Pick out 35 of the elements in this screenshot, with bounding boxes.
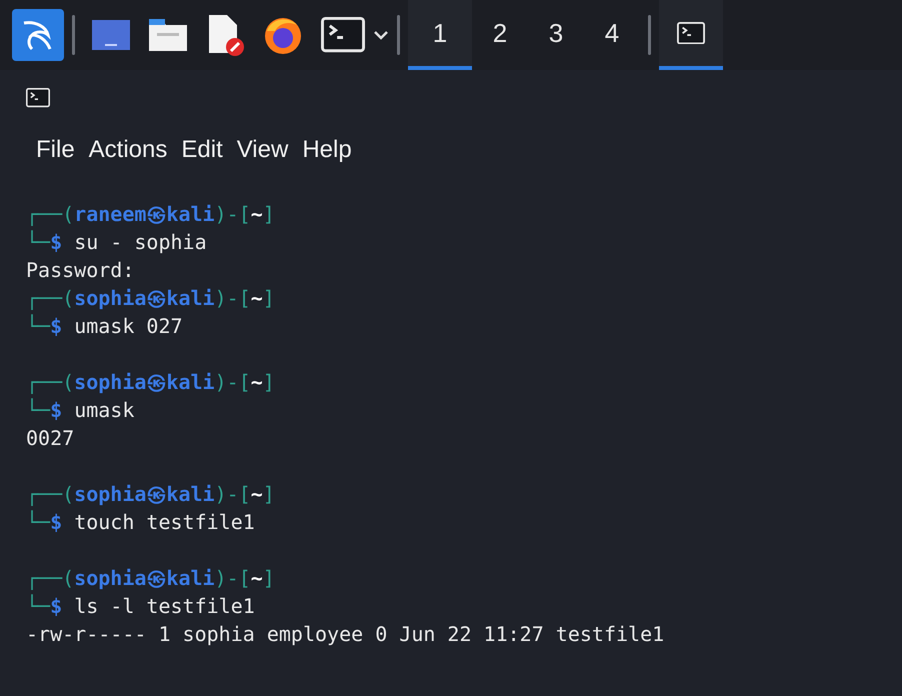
menu-item[interactable]: View [236,132,288,168]
command-text: touch testfile1 [74,509,255,536]
menu-item[interactable]: Help [302,132,352,168]
output-text: Password: [26,257,136,284]
command-text: umask 027 [74,313,183,340]
workspace-tab[interactable]: 4 [584,0,640,70]
prompt-marker: └─$ [26,397,62,424]
menu-item[interactable]: File [36,132,75,168]
menu-item[interactable]: Actions [88,132,168,168]
terminal-task-button[interactable] [659,0,723,70]
prompt-marker: └─$ [26,509,62,536]
prompt-line: ┌──(sophia㉿kali)-[~] [26,565,276,592]
terminal-icon [677,22,705,44]
menu-item[interactable]: Edit [181,132,223,168]
command-text: ls -l testfile1 [74,593,255,620]
folder-icon[interactable] [147,17,189,53]
dragon-logo-icon[interactable] [12,9,64,61]
prompt-line: ┌──(raneem㉿kali)-[~] [26,201,276,228]
workspace-tab[interactable]: 2 [472,0,528,70]
prompt-marker: └─$ [26,313,62,340]
chevron-down-icon[interactable] [373,29,389,41]
command-text: umask [74,397,134,424]
terminal-icon [26,88,50,108]
terminal-icon[interactable] [321,17,365,53]
prompt-marker: └─$ [26,593,62,620]
prompt-line: ┌──(sophia㉿kali)-[~] [26,285,276,312]
prompt-line: ┌──(sophia㉿kali)-[~] [26,481,276,508]
desktop-icon[interactable] [91,18,131,52]
prompt-marker: └─$ [26,229,62,256]
output-text: -rw-r----- 1 sophia employee 0 Jun 22 11:27 testfile1 [26,621,666,648]
workspace-tab[interactable]: 1 [408,0,472,70]
prompt-line: ┌──(sophia㉿kali)-[~] [26,369,276,396]
workspace-tab[interactable]: 3 [528,0,584,70]
command-text: su - sophia [74,229,207,256]
output-text: 0027 [26,425,76,452]
